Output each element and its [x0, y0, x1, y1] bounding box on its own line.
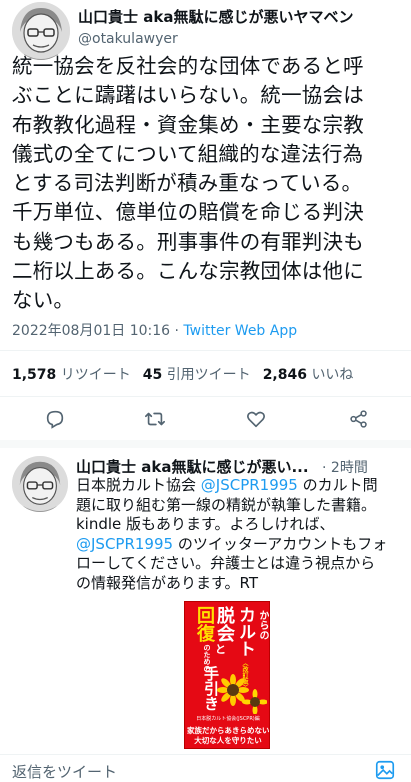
mention-link[interactable]: @JSCPR1995 [76, 535, 173, 553]
section-separator [0, 440, 411, 448]
quote-stat[interactable]: 45 引用ツイート [143, 364, 251, 384]
reply-line: ローしてください。弁護士とは違う視点から [76, 554, 376, 572]
tweet-body-line: とする司法判断が積み重なっている。 [12, 171, 363, 196]
tweet-body-line: 二桁以上ある。こんな宗教団体は他に [12, 259, 364, 284]
like-icon[interactable] [243, 406, 269, 432]
sunflower-icon [217, 674, 267, 714]
tweet-meta: 2022年08月01日 10:16 · Twitter Web App [12, 320, 297, 340]
reply-text-fragment: のツイッターアカウントもフォ [173, 534, 388, 553]
reply-line: 日本脱カルト協会 @JSCPR1995 のカルト問 [76, 476, 406, 496]
mention-link[interactable]: @JSCPR1995 [201, 476, 298, 494]
book-tagline-2: 大切な人を守りたい [194, 736, 262, 745]
retweet-label: リツイート [60, 367, 131, 383]
tweet-body-line: 千万単位、億単位の賠償を命じる判決 [12, 200, 364, 225]
reply-text-fragment: 日本脱カルト協会 [76, 476, 201, 494]
book-title-dakkai: 脱会 [214, 606, 235, 642]
tweet-body-line: ない。 [12, 288, 75, 313]
tweet-body-line: 布教教化過程・資金集め・主要な宗教 [12, 112, 364, 137]
quote-count: 45 [142, 367, 163, 383]
retweet-count: 1,578 [12, 367, 57, 383]
image-icon[interactable] [374, 759, 396, 781]
divider [0, 396, 411, 397]
divider [0, 350, 411, 351]
retweet-icon[interactable] [142, 406, 168, 432]
reply-time[interactable]: · 2時間 [322, 457, 368, 477]
reply-text-fragment: のカルト問 [297, 476, 378, 494]
tweet-source-link[interactable]: Twitter Web App [183, 323, 297, 339]
reply-line: 題に取り組む第一線の精鋭が執筆した書籍。 [76, 495, 377, 514]
reply-compose-bar: 返信をツイート [0, 754, 411, 782]
time-separator: · [322, 460, 327, 476]
tweet-body-line: ぶことに躊躇はいらない。統一協会は [12, 83, 364, 108]
reply-timestamp: 2時間 [330, 460, 368, 476]
like-count: 2,846 [262, 367, 307, 383]
tweet-stats: 1,578 リツイート 45 引用ツイート 2,846 いいね [12, 364, 353, 384]
like-label: いいね [311, 367, 354, 383]
share-icon[interactable] [346, 406, 372, 432]
book-org: 日本脱カルト協会(JSCPR)編 [196, 716, 260, 722]
tweet-timestamp[interactable]: 2022年08月01日 10:16 [12, 323, 170, 339]
tweet-body-line: 統一協会を反社会的な団体であると呼 [12, 54, 364, 78]
tweet-body: 統一協会を反社会的な団体であると呼 ぶことに躊躇はいらない。統一協会は 布教教化… [12, 52, 407, 316]
reply-author-avatar[interactable] [12, 456, 68, 512]
like-stat[interactable]: 2,846 いいね [263, 364, 354, 384]
reply-line: kindle 版もあります。よろしければ、 [76, 515, 335, 533]
quote-label: 引用ツイート [166, 367, 251, 383]
book-tagline-1: 家族だからあきらめない [187, 726, 270, 735]
book-title-kaifuku: 回復 [194, 606, 215, 642]
reply-body: 日本脱カルト協会 @JSCPR1995 のカルト問 題に取り組む第一線の精鋭が執… [76, 476, 406, 593]
reply-input[interactable]: 返信をツイート [12, 761, 117, 782]
reply-author-name[interactable]: 山口貴士 aka無駄に感じが悪い... [76, 456, 309, 477]
retweet-stat[interactable]: 1,578 リツイート [12, 364, 131, 384]
reply-line: @JSCPR1995 のツイッターアカウントもフォ [76, 535, 406, 555]
tweet-body-line: 儀式の全てについて組織的な違法行為 [12, 141, 364, 166]
book-cover-image[interactable]: カルト からの 脱会 と 回復 のための 手引き 〈改訂版〉 日本脱カルト協会(… [184, 601, 270, 749]
meta-separator: · [174, 323, 179, 339]
tweet-actions [0, 398, 411, 438]
book-title-to: と [215, 643, 226, 656]
reply-line: の情報発信があります。RT [76, 573, 258, 592]
tweet-body-line: も幾つもある。刑事事件の有罪判決も [12, 229, 364, 254]
author-name[interactable]: 山口貴士 aka無駄に感じが悪いヤマベン [78, 6, 353, 27]
reply-icon[interactable] [42, 406, 68, 432]
author-handle[interactable]: @otakulawyer [78, 31, 178, 47]
book-title-kara: からの [257, 610, 268, 640]
